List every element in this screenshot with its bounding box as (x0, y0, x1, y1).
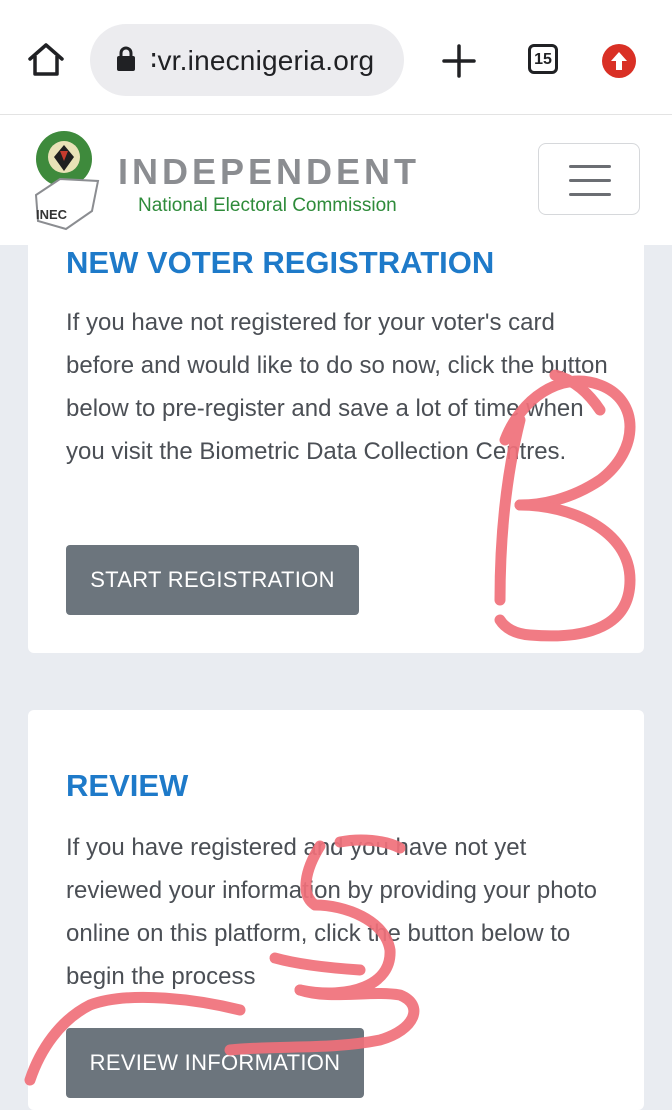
logo-text: INEC (36, 207, 68, 222)
tabs-icon[interactable]: 15 (528, 44, 558, 74)
new-voter-registration-card: NEW VOTER REGISTRATION If you have not r… (28, 245, 644, 653)
review-information-button[interactable]: REVIEW INFORMATION (66, 1028, 364, 1098)
home-icon[interactable] (26, 40, 66, 80)
brand-title: INDEPENDENT (118, 151, 421, 192)
update-icon[interactable] (602, 44, 636, 78)
inec-logo[interactable]: INEC (30, 127, 104, 237)
card-title: REVIEW (66, 768, 189, 803)
menu-bar (569, 179, 611, 182)
hamburger-menu-icon[interactable] (538, 143, 640, 215)
card-text: If you have registered and you have not … (66, 834, 597, 990)
menu-bar (569, 193, 611, 196)
brand-subtitle: National Electoral Commission (138, 195, 397, 216)
plus-icon[interactable] (440, 42, 478, 80)
url-text: ∶vr.inecnigeria.org (150, 45, 375, 76)
address-bar[interactable]: ∶vr.inecnigeria.org (90, 24, 404, 96)
lock-icon (117, 46, 135, 71)
browser-toolbar: ∶vr.inecnigeria.org 15 (0, 0, 672, 115)
card-text: If you have not registered for your vote… (66, 309, 608, 465)
menu-bar (569, 165, 611, 168)
review-card: REVIEW If you have registered and you ha… (28, 710, 644, 1110)
site-header: INEC INDEPENDENT National Electoral Comm… (0, 115, 672, 245)
start-registration-button[interactable]: START REGISTRATION (66, 545, 359, 615)
card-title: NEW VOTER REGISTRATION (66, 245, 495, 280)
